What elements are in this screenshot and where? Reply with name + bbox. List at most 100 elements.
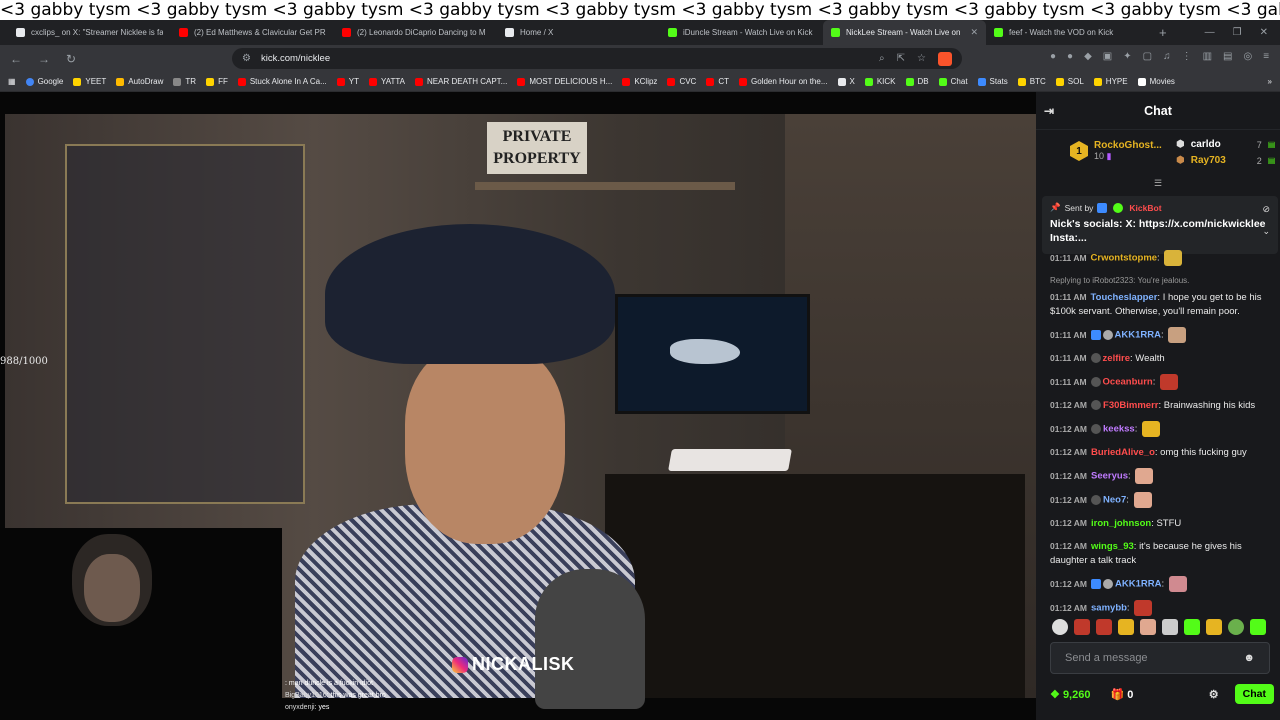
chat-message[interactable]: 01:12 AM F30Bimmerr: Brainwashing his kid… xyxy=(1050,398,1274,413)
chat-message[interactable]: 01:12 AM Seeryus: xyxy=(1050,468,1274,484)
pinned-message[interactable]: 📌 Sent by KickBot Nick's socials: X: htt… xyxy=(1042,196,1278,254)
bookmark-item[interactable]: YT xyxy=(336,77,359,86)
share-icon[interactable]: ⇱ xyxy=(897,53,905,64)
expand-leaderboard-icon[interactable]: ☰ xyxy=(1154,178,1162,189)
emote-button[interactable] xyxy=(1184,619,1200,635)
chat-message[interactable]: 01:11 AM Toucheslapper: I hope you get to… xyxy=(1050,290,1274,319)
browser-tab[interactable]: Home / X xyxy=(497,20,660,45)
emote-button[interactable] xyxy=(1162,619,1178,635)
chat-message[interactable]: 01:12 AM Neo7: xyxy=(1050,492,1274,508)
tab-favicon xyxy=(342,28,351,37)
extension-icon[interactable]: ● xyxy=(1050,51,1056,62)
bookmarks-bar: ▦ Google YEET AutoDraw TR FF Stuck Alone… xyxy=(0,72,1280,92)
browser-tab[interactable]: (2) Leonardo DiCaprio Dancing to M xyxy=(334,20,497,45)
brave-shield-icon[interactable] xyxy=(938,51,952,66)
close-tab-icon[interactable]: ✕ xyxy=(970,27,978,38)
chat-message[interactable]: 01:12 AM wings_93: it's because he gives … xyxy=(1050,539,1274,568)
extension-icon[interactable]: ● xyxy=(1067,51,1073,62)
bookmark-item[interactable]: CVC xyxy=(667,77,696,86)
browser-tab[interactable]: cxclips_ on X: "Streamer Nicklee is fa xyxy=(8,20,171,45)
chat-message[interactable]: 01:12 AM keekss: xyxy=(1050,421,1274,437)
collapse-chat-icon[interactable]: ⇥ xyxy=(1044,104,1054,118)
bookmark-item[interactable]: KICK xyxy=(864,77,896,86)
chat-message[interactable]: 01:12 AM BuriedAlive_o: omg this fucking … xyxy=(1050,445,1274,460)
extension-icon[interactable]: ▢ xyxy=(1143,51,1152,62)
gift-counter[interactable]: 🎁 0 xyxy=(1110,688,1133,701)
emote-button[interactable] xyxy=(1250,619,1266,635)
bookmark-item[interactable]: X xyxy=(837,77,855,86)
extension-icon[interactable]: ⋮ xyxy=(1182,51,1192,62)
video-player[interactable]: PRIVATE PROPERTY 988/1000 NICKALISK : ma… xyxy=(0,92,1036,720)
emote-button[interactable] xyxy=(1074,619,1090,635)
bookmark-item[interactable]: Stuck Alone In A Ca... xyxy=(237,77,327,86)
bookmark-item[interactable]: AutoDraw xyxy=(116,77,163,86)
hide-pin-icon[interactable]: ⊘ xyxy=(1262,204,1270,215)
bookmark-item[interactable]: NEAR DEATH CAPT... xyxy=(415,77,507,86)
leaderboard-row[interactable]: ⬢ carldo 7 ▤ xyxy=(1176,137,1275,153)
bookmark-item[interactable]: FF xyxy=(206,77,228,86)
emote-button[interactable] xyxy=(1206,619,1222,635)
emote-button[interactable] xyxy=(1118,619,1134,635)
emote-button[interactable] xyxy=(1096,619,1112,635)
emote-button[interactable] xyxy=(1228,619,1244,635)
bookmark-item[interactable]: Golden Hour on the... xyxy=(739,77,828,86)
emote-button[interactable] xyxy=(1140,619,1156,635)
forward-icon[interactable]: → xyxy=(38,52,50,66)
browser-tab[interactable]: (2) Ed Matthews & Clavicular Get PR xyxy=(171,20,334,45)
message-input[interactable]: Send a message ☻ xyxy=(1050,642,1270,674)
chat-settings-icon[interactable]: ⚙ xyxy=(1209,688,1219,701)
extension-icon[interactable]: ◆ xyxy=(1084,51,1092,62)
menu-icon[interactable]: ≡ xyxy=(1263,51,1269,62)
chat-message[interactable]: 01:11 AM zelfire: Wealth xyxy=(1050,351,1274,366)
bookmark-item[interactable]: KClipz xyxy=(622,77,657,86)
bookmarks-overflow-icon[interactable]: » xyxy=(1268,77,1272,86)
chat-message[interactable]: 01:11 AM Oceanburn: xyxy=(1050,374,1274,390)
sidebar-icon[interactable]: ▥ xyxy=(1203,51,1212,62)
profile-icon[interactable]: ◎ xyxy=(1244,51,1253,62)
zoom-icon[interactable]: ⌕ xyxy=(879,53,885,64)
bookmark-item[interactable]: SOL xyxy=(1055,77,1084,86)
address-bar[interactable]: ⚙ kick.com/nicklee ⌕ ⇱ ☆ xyxy=(232,48,962,69)
bookmark-item[interactable]: BTC xyxy=(1017,77,1046,86)
maximize-icon[interactable]: ❐ xyxy=(1233,27,1242,38)
channel-points[interactable]: ❖ 9,260 xyxy=(1050,688,1090,701)
extension-icon[interactable]: ▣ xyxy=(1103,51,1112,62)
browser-tab[interactable]: feef - Watch the VOD on Kick xyxy=(986,20,1149,45)
bookmark-item[interactable]: DB xyxy=(905,77,929,86)
browser-tab[interactable]: iDuncle Stream - Watch Live on Kick xyxy=(660,20,823,45)
emote-button[interactable] xyxy=(1052,619,1068,635)
leaderboard-first[interactable]: 1 RockoGhost... 10 ▮ xyxy=(1070,140,1162,162)
site-info-icon[interactable]: ⚙ xyxy=(242,53,251,64)
close-window-icon[interactable]: ✕ xyxy=(1260,27,1268,38)
chat-message[interactable]: 01:12 AM samybb: xyxy=(1050,600,1274,616)
bookmark-item[interactable]: CT xyxy=(706,77,729,86)
chevron-down-icon[interactable]: ⌄ xyxy=(1262,226,1270,237)
chat-message[interactable]: 01:12 AM AKK1RRA: xyxy=(1050,576,1274,592)
bookmark-item[interactable]: HYPE xyxy=(1093,77,1128,86)
leaderboard-row[interactable]: ⬢ Ray703 2 ▤ xyxy=(1176,153,1275,169)
bookmark-item[interactable]: MOST DELICIOUS H... xyxy=(517,77,612,86)
new-tab-button[interactable]: + xyxy=(1149,20,1177,45)
bookmark-item[interactable]: Google xyxy=(25,77,63,86)
minimize-icon[interactable]: — xyxy=(1205,27,1215,38)
bookmark-item[interactable]: Stats xyxy=(977,77,1008,86)
send-chat-button[interactable]: Chat xyxy=(1234,684,1274,704)
reload-icon[interactable]: ↻ xyxy=(66,52,76,66)
bookmark-item[interactable]: YATTA xyxy=(369,77,405,86)
extension-icon[interactable]: ✦ xyxy=(1123,51,1131,62)
browser-tab-active[interactable]: NickLee Stream - Watch Live on ✕ xyxy=(823,20,986,45)
bookmark-item[interactable]: Chat xyxy=(938,77,968,86)
back-icon[interactable]: ← xyxy=(10,52,22,66)
emoji-picker-icon[interactable]: ☻ xyxy=(1243,652,1255,664)
bookmark-item[interactable]: YEET xyxy=(73,77,106,86)
wallet-icon[interactable]: ▤ xyxy=(1223,51,1232,62)
chat-message[interactable]: 01:12 AM iron_johnson: STFU xyxy=(1050,516,1274,531)
bookmark-item[interactable]: TR xyxy=(173,77,196,86)
bookmark-item[interactable]: Movies xyxy=(1137,77,1175,86)
extension-icon[interactable]: ♫ xyxy=(1163,51,1171,62)
emote-icon xyxy=(1164,250,1183,266)
star-icon[interactable]: ☆ xyxy=(917,53,926,64)
chat-message[interactable]: 01:11 AM Crwontstopme: xyxy=(1050,250,1274,266)
chat-message[interactable]: 01:11 AM AKK1RRA: xyxy=(1050,327,1274,343)
apps-icon[interactable]: ▦ xyxy=(8,77,16,86)
